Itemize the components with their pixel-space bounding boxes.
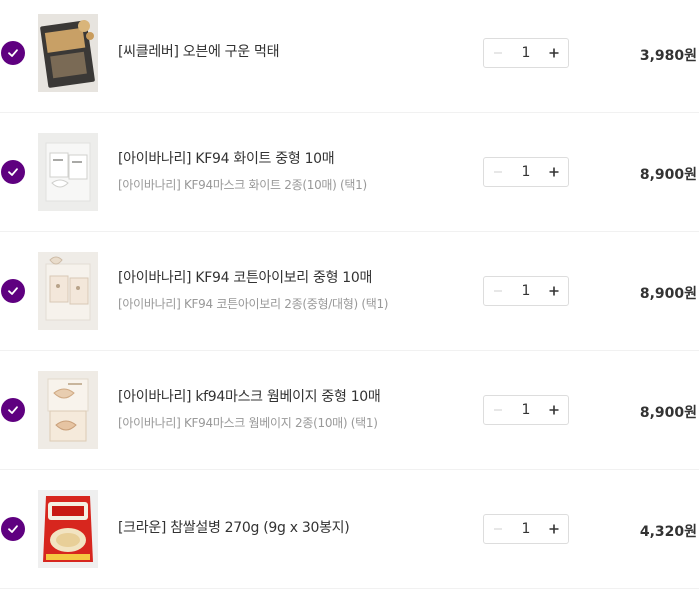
product-option: [아이바나리] KF94 코튼아이보리 2종(중형/대형) (택1) [118,297,389,311]
quantity-stepper: 1 [483,157,569,187]
product-thumbnail[interactable] [38,371,98,449]
cart-item-row: [아이바나리] KF94 코튼아이보리 중형 10매 [아이바나리] KF94 … [0,232,699,351]
product-name[interactable]: [아이바나리] KF94 화이트 중형 10매 [118,149,458,169]
cart-item-row: [아이바나리] kf94마스크 웜베이지 중형 10매 [아이바나리] KF94… [0,351,699,470]
item-price: 3,980원 [639,48,697,64]
dried-pollack-pack-icon [38,14,98,92]
item-select-checkbox[interactable] [1,160,25,184]
cart-item-row: [아이바나리] KF94 화이트 중형 10매 [아이바나리] KF94마스크 … [0,113,699,232]
product-name[interactable]: [아이바나리] kf94마스크 웜베이지 중형 10매 [118,387,458,407]
quantity-value: 1 [521,402,531,418]
ivory-mask-icon [38,252,98,330]
product-option: [아이바나리] KF94마스크 화이트 2종(10매) (택1) [118,178,367,192]
cart-item-list: [씨클레버] 오븐에 구운 먹태 1 3,980원 [아이바나리] KF94 화… [0,0,699,596]
product-name[interactable]: [크라운] 참쌀설병 270g (9g x 30봉지) [118,518,458,538]
quantity-stepper: 1 [483,514,569,544]
minus-icon [494,290,502,292]
beige-mask-icon [38,371,98,449]
product-option: [아이바나리] KF94마스크 웜베이지 2종(10매) (택1) [118,416,378,430]
check-icon [8,287,18,295]
increase-quantity-button[interactable] [540,515,568,543]
check-icon [8,406,18,414]
minus-icon [494,528,502,530]
quantity-value: 1 [521,164,531,180]
decrease-quantity-button[interactable] [484,277,512,305]
minus-icon [494,171,502,173]
product-thumbnail[interactable] [38,490,98,568]
plus-icon [549,524,559,534]
decrease-quantity-button[interactable] [484,158,512,186]
check-icon [8,168,18,176]
quantity-stepper: 1 [483,395,569,425]
cart-item-row: [씨클레버] 오븐에 구운 먹태 1 3,980원 [0,0,699,113]
minus-icon [494,409,502,411]
product-thumbnail[interactable] [38,14,98,92]
white-mask-icon [38,133,98,211]
product-info: [아이바나리] kf94마스크 웜베이지 중형 10매 [아이바나리] KF94… [118,387,458,432]
item-select-checkbox[interactable] [1,517,25,541]
plus-icon [549,48,559,58]
plus-icon [549,405,559,415]
product-info: [씨클레버] 오븐에 구운 먹태 [118,42,458,62]
item-price: 4,320원 [639,524,697,540]
check-icon [8,525,18,533]
product-info: [크라운] 참쌀설병 270g (9g x 30봉지) [118,518,458,538]
item-price: 8,900원 [639,405,697,421]
increase-quantity-button[interactable] [540,396,568,424]
decrease-quantity-button[interactable] [484,515,512,543]
quantity-value: 1 [521,45,531,61]
quantity-stepper: 1 [483,276,569,306]
plus-icon [549,286,559,296]
item-price: 8,900원 [639,286,697,302]
quantity-value: 1 [521,283,531,299]
item-price: 8,900원 [639,167,697,183]
increase-quantity-button[interactable] [540,39,568,67]
decrease-quantity-button[interactable] [484,396,512,424]
quantity-value: 1 [521,521,531,537]
product-info: [아이바나리] KF94 화이트 중형 10매 [아이바나리] KF94마스크 … [118,149,458,194]
decrease-quantity-button[interactable] [484,39,512,67]
product-thumbnail[interactable] [38,252,98,330]
product-name[interactable]: [씨클레버] 오븐에 구운 먹태 [118,42,458,62]
minus-icon [494,52,502,54]
plus-icon [549,167,559,177]
item-select-checkbox[interactable] [1,41,25,65]
product-name[interactable]: [아이바나리] KF94 코튼아이보리 중형 10매 [118,268,458,288]
cart-item-row: [크라운] 참쌀설병 270g (9g x 30봉지) 1 4,320원 [0,470,699,589]
rice-cracker-pack-icon [38,490,98,568]
product-info: [아이바나리] KF94 코튼아이보리 중형 10매 [아이바나리] KF94 … [118,268,458,313]
item-select-checkbox[interactable] [1,279,25,303]
quantity-stepper: 1 [483,38,569,68]
increase-quantity-button[interactable] [540,277,568,305]
item-select-checkbox[interactable] [1,398,25,422]
product-thumbnail[interactable] [38,133,98,211]
increase-quantity-button[interactable] [540,158,568,186]
check-icon [8,49,18,57]
